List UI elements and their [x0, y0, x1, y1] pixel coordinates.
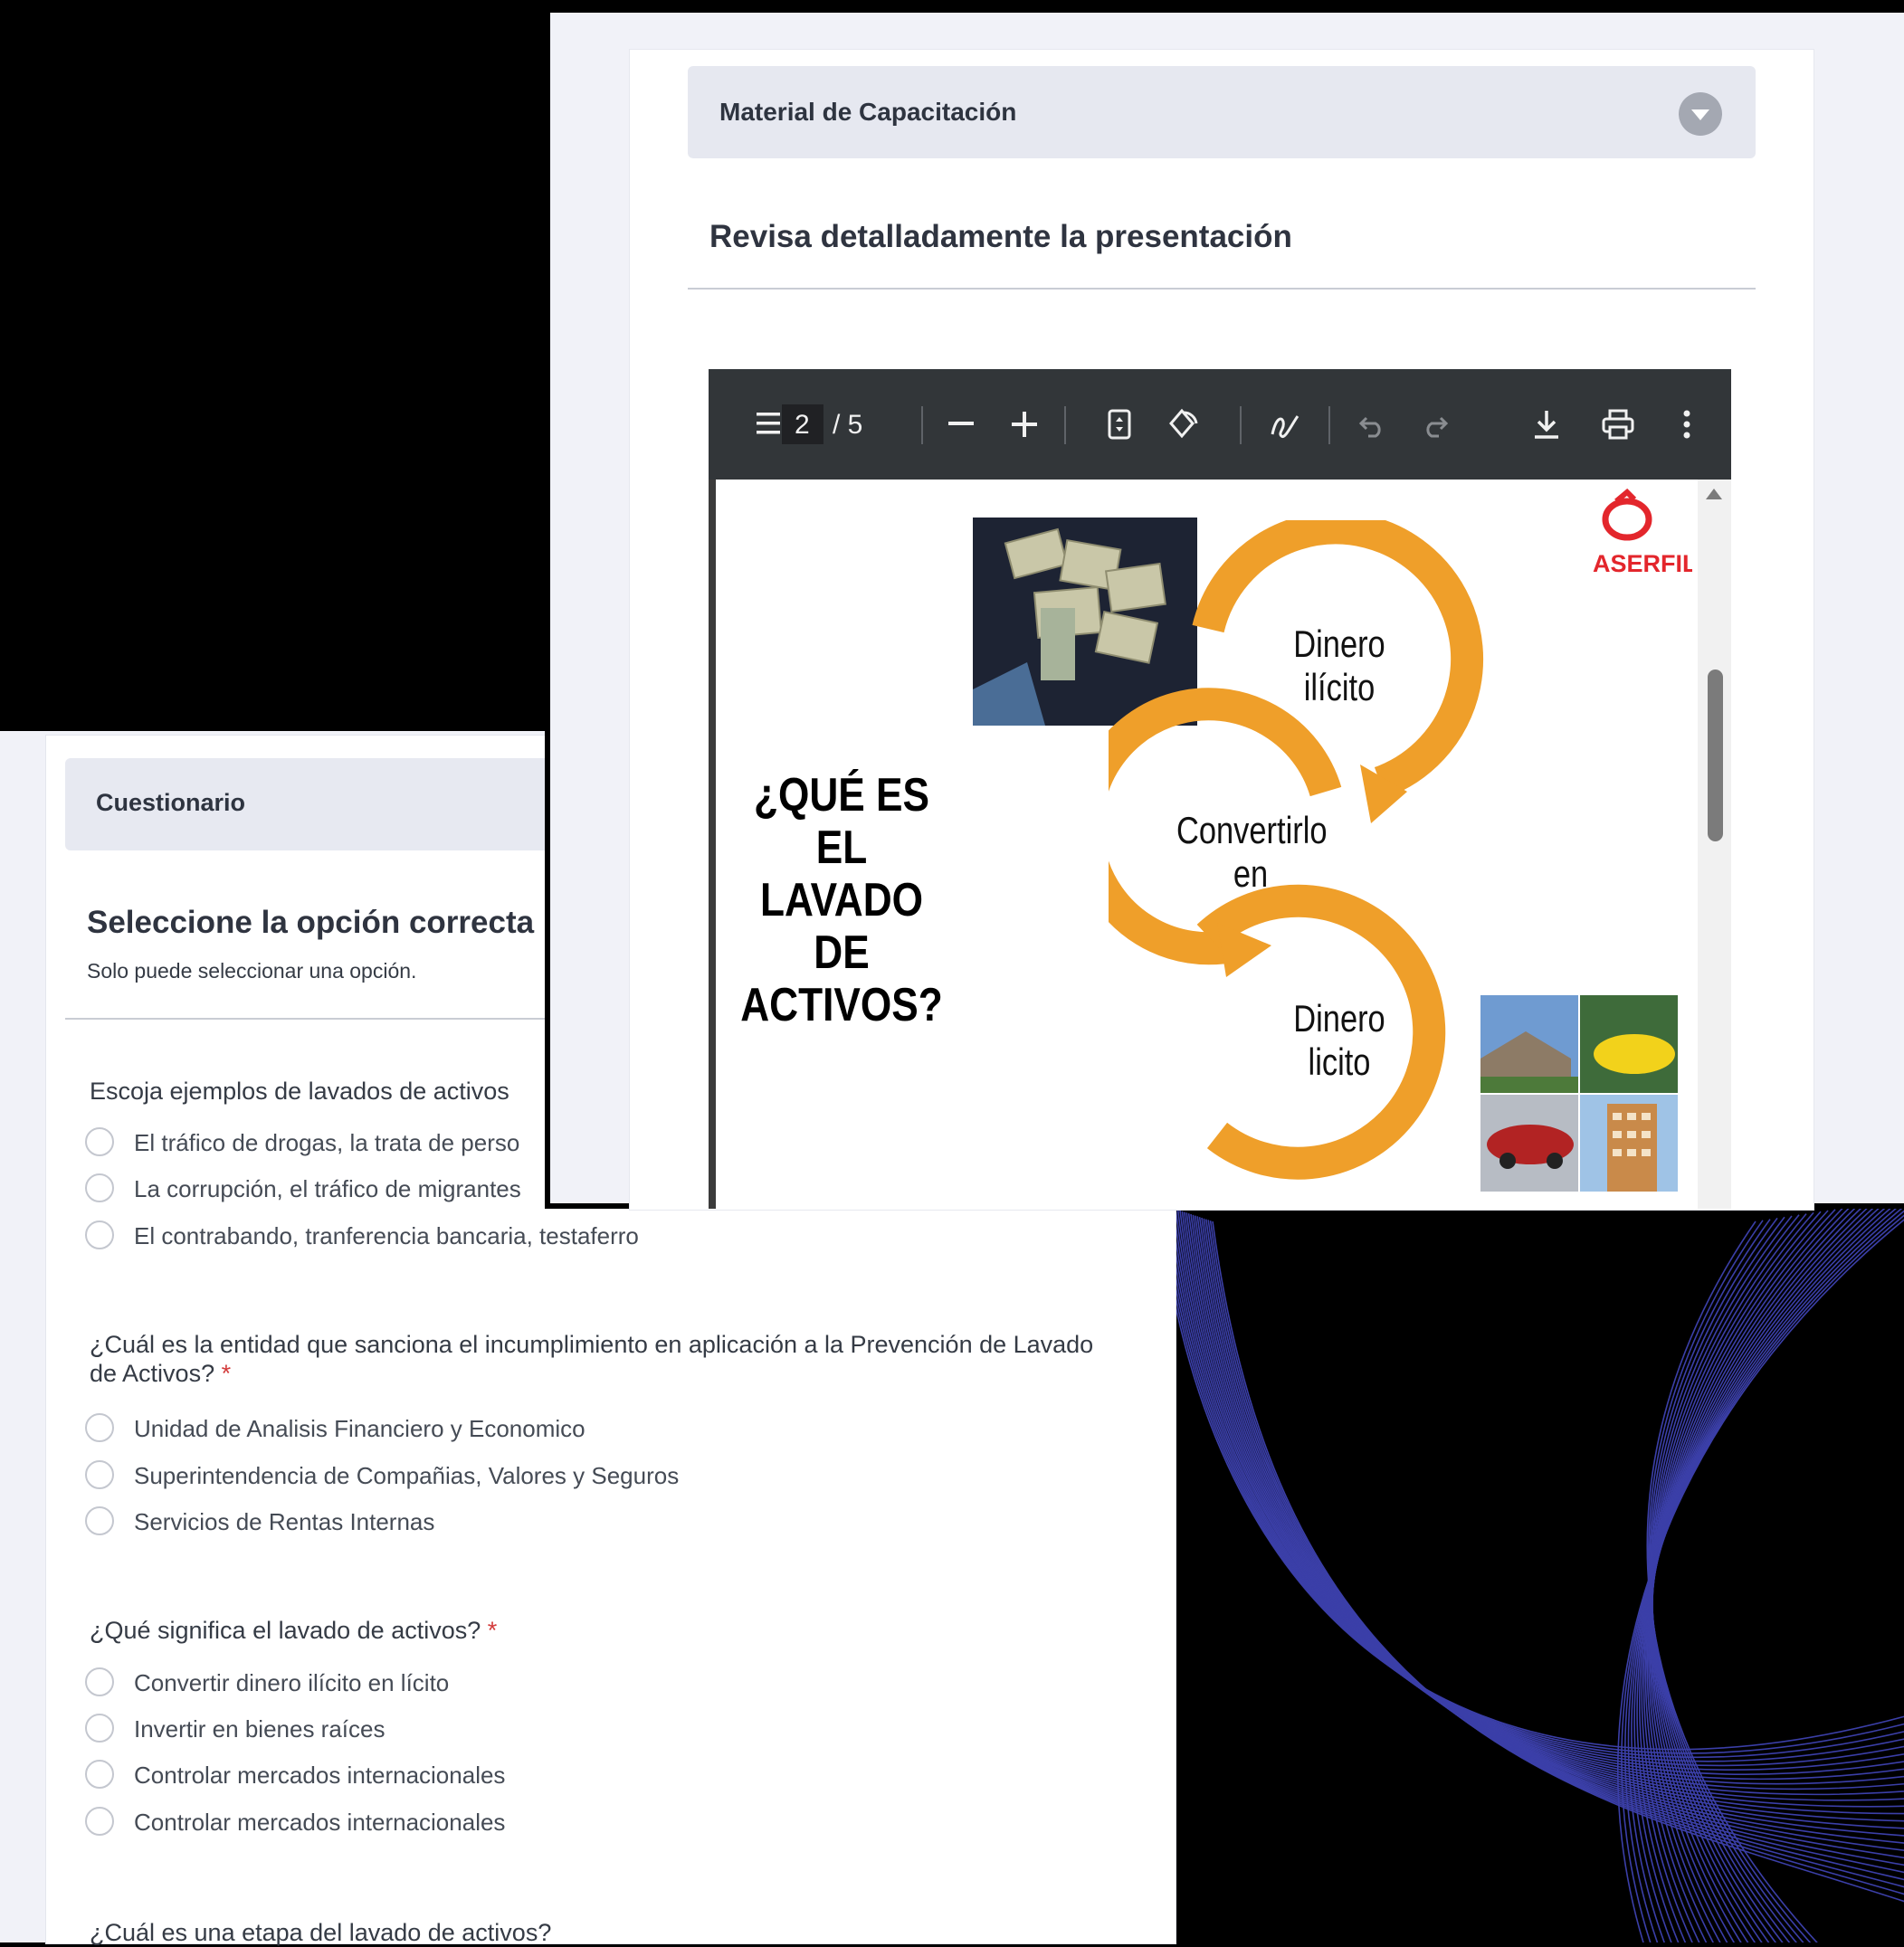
question-4: ¿Cuál es una etapa del lavado de activos…	[90, 1918, 1103, 1947]
option-label: Controlar mercados internacionales	[134, 1762, 506, 1789]
assets-photo	[1480, 995, 1678, 1192]
option-label: Servicios de Rentas Internas	[134, 1508, 435, 1535]
pdf-scroll-thumb[interactable]	[1708, 670, 1723, 841]
cycle-top-label: Dinero ilícito	[1272, 622, 1406, 709]
cycle-text: ilícito	[1303, 666, 1376, 708]
aserfil-logo: ASERFIL	[1593, 489, 1692, 577]
slide-title-line: LAVADO	[759, 874, 924, 926]
slide-title: ¿QUÉ ES EL LAVADO DE ACTIVOS?	[715, 769, 968, 1031]
logo-text: ASERFIL	[1593, 550, 1692, 577]
material-heading: Revisa detalladamente la presentación	[709, 219, 1292, 254]
radio-button[interactable]	[85, 1667, 114, 1696]
rotate-icon[interactable]	[1166, 407, 1198, 440]
radio-button[interactable]	[85, 1460, 114, 1489]
radio-button[interactable]	[85, 1173, 114, 1202]
cycle-text: Dinero	[1293, 997, 1385, 1040]
question-text: Escoja ejemplos de lavados de activos	[90, 1078, 509, 1105]
fit-page-icon[interactable]	[1108, 409, 1131, 440]
option-label: El tráfico de drogas, la trata de perso	[134, 1129, 520, 1156]
quiz-heading: Seleccione la opción correcta	[87, 905, 535, 940]
slide-title-line: ACTIVOS?	[740, 979, 943, 1031]
page-total: / 5	[833, 410, 863, 440]
pdf-scrollbar[interactable]	[1698, 480, 1731, 1209]
wave-decoration	[1176, 1203, 1904, 1942]
toolbar-separator	[921, 406, 923, 444]
toolbar-separator	[1240, 406, 1242, 444]
slide-title-line: ¿QUÉ ES	[753, 769, 930, 822]
toolbar-separator	[1328, 406, 1330, 444]
cycle-text: Convertirlo	[1176, 809, 1328, 851]
cycle-bottom-label: Dinero licito	[1272, 997, 1406, 1084]
option-label: La corrupción, el tráfico de migrantes	[134, 1175, 521, 1202]
print-icon[interactable]	[1602, 409, 1634, 440]
divider	[688, 288, 1756, 290]
cycle-middle-label: Convertirlo en	[1176, 809, 1328, 896]
option-label: Unidad de Analisis Financiero y Economic…	[134, 1415, 585, 1442]
question-3: ¿Qué significa el lavado de activos? *	[90, 1616, 1103, 1645]
radio-button[interactable]	[85, 1127, 114, 1156]
zoom-out-icon[interactable]	[948, 422, 974, 427]
more-options-icon[interactable]	[1683, 409, 1690, 440]
radio-button[interactable]	[85, 1506, 114, 1535]
question-2: ¿Cuál es la entidad que sanciona el incu…	[90, 1330, 1103, 1388]
undo-icon[interactable]	[1359, 413, 1386, 438]
question-text: ¿Qué significa el lavado de activos?	[90, 1617, 481, 1644]
material-section-title: Material de Capacitación	[719, 98, 1017, 126]
radio-button[interactable]	[85, 1807, 114, 1836]
option-label: Invertir en bienes raíces	[134, 1715, 386, 1743]
toolbar-separator	[1064, 406, 1066, 444]
download-icon[interactable]	[1533, 409, 1560, 440]
page-number: 2	[795, 410, 810, 440]
zoom-in-icon[interactable]	[1012, 412, 1037, 437]
option-label: Convertir dinero ilícito en lícito	[134, 1669, 450, 1696]
slide-title-line: DE	[814, 926, 870, 979]
quiz-section-title: Cuestionario	[96, 789, 246, 816]
radio-button[interactable]	[85, 1760, 114, 1789]
chevron-down-icon[interactable]	[1679, 92, 1722, 136]
scroll-up-arrow-icon[interactable]	[1706, 489, 1722, 499]
required-marker: *	[221, 1360, 232, 1387]
option-label: Controlar mercados internacionales	[134, 1809, 506, 1836]
option-label: Superintendencia de Compañias, Valores y…	[134, 1462, 680, 1489]
radio-button[interactable]	[85, 1220, 114, 1249]
required-marker: *	[487, 1617, 498, 1644]
question-text: ¿Cuál es la entidad que sanciona el incu…	[90, 1331, 1094, 1387]
cycle-text: Dinero	[1293, 622, 1385, 665]
radio-button[interactable]	[85, 1714, 114, 1743]
radio-button[interactable]	[85, 1413, 114, 1442]
quiz-subheading: Solo puede seleccionar una opción.	[87, 959, 417, 983]
menu-icon[interactable]	[757, 411, 780, 436]
slide-title-line: EL	[815, 822, 868, 874]
cycle-text: licito	[1308, 1040, 1371, 1083]
redo-icon[interactable]	[1421, 413, 1448, 438]
annotate-icon[interactable]	[1269, 409, 1301, 442]
divider	[65, 1018, 554, 1020]
cycle-text: en	[1233, 852, 1269, 895]
option-label: El contrabando, tranferencia bancaria, t…	[134, 1222, 639, 1249]
